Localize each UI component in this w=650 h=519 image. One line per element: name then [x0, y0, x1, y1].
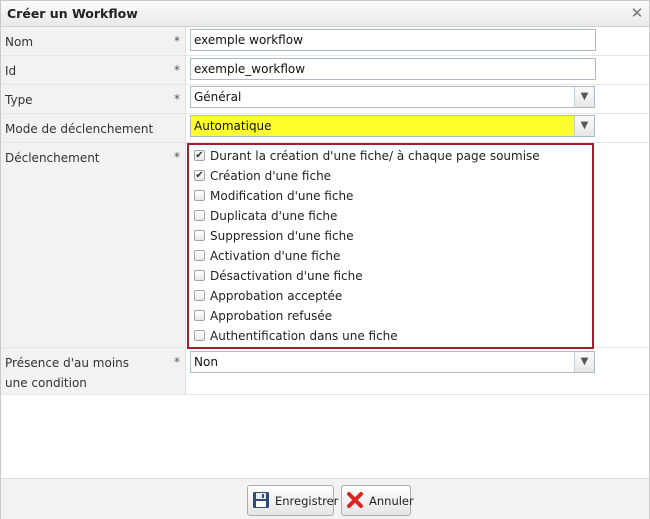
nom-input[interactable] [190, 29, 596, 51]
chevron-down-icon[interactable]: ▼ [574, 352, 594, 372]
checkbox-checked[interactable]: ✔ [194, 170, 205, 181]
required-marker: * [174, 150, 180, 164]
trigger-option[interactable]: Approbation acceptée [194, 286, 589, 306]
trigger-option[interactable]: Authentification dans une fiche [194, 326, 589, 346]
required-marker: * [174, 355, 180, 369]
presence-label: Présence d'au moins une condition [5, 356, 130, 390]
checkbox[interactable] [194, 250, 205, 261]
trigger-option-label: Approbation acceptée [210, 289, 343, 303]
required-marker: * [174, 92, 180, 106]
floppy-disk-icon [253, 492, 269, 508]
checkbox[interactable] [194, 230, 205, 241]
trigger-option[interactable]: ✔ Création d'une fiche [194, 166, 589, 186]
id-label: Id [5, 64, 17, 78]
field-row-id: Id * [1, 56, 649, 85]
field-row-mode: Mode de déclenchement Automatique ▼ [1, 114, 649, 143]
mode-label: Mode de déclenchement [5, 122, 154, 136]
field-row-nom: Nom * [1, 27, 649, 56]
cancel-button-label: Annuler [369, 494, 414, 508]
red-x-icon [347, 492, 363, 508]
trigger-option[interactable]: Duplicata d'une fiche [194, 206, 589, 226]
create-workflow-dialog: Créer un Workflow ✕ Nom * Id * Type * Gé… [0, 0, 650, 519]
trigger-checkbox-group: ✔ Durant la création d'une fiche/ à chaqu… [187, 143, 594, 349]
trigger-option-label: Modification d'une fiche [210, 189, 354, 203]
checkbox[interactable] [194, 290, 205, 301]
checkbox[interactable] [194, 210, 205, 221]
checkbox-checked[interactable]: ✔ [194, 150, 205, 161]
trigger-option[interactable]: Suppression d'une fiche [194, 226, 589, 246]
trigger-option[interactable]: ✔ Durant la création d'une fiche/ à chaqu… [194, 146, 589, 166]
required-marker: * [174, 63, 180, 77]
nom-label: Nom [5, 35, 34, 49]
trigger-option-label: Authentification dans une fiche [210, 329, 398, 343]
declenchement-label: Déclenchement [5, 151, 100, 165]
dialog-footer: Enregistrer Annuler [1, 478, 649, 519]
trigger-option-label: Activation d'une fiche [210, 249, 341, 263]
required-marker: * [174, 34, 180, 48]
trigger-option-label: Suppression d'une fiche [210, 229, 354, 243]
save-button-label: Enregistrer [275, 494, 339, 508]
trigger-option[interactable]: Désactivation d'une fiche [194, 266, 589, 286]
checkbox[interactable] [194, 190, 205, 201]
trigger-option-label: Durant la création d'une fiche/ à chaque… [210, 149, 540, 163]
trigger-option[interactable]: Activation d'une fiche [194, 246, 589, 266]
cancel-button[interactable]: Annuler [341, 485, 414, 516]
id-input[interactable] [190, 58, 596, 80]
mode-select-value: Automatique [194, 119, 272, 133]
chevron-down-icon[interactable]: ▼ [574, 87, 594, 107]
trigger-option[interactable]: Modification d'une fiche [194, 186, 589, 206]
field-row-presence: Présence d'au moins une condition * Non … [1, 348, 649, 395]
presence-select[interactable]: Non ▼ [190, 351, 595, 373]
chevron-down-icon[interactable]: ▼ [574, 116, 594, 136]
trigger-option[interactable]: Approbation refusée [194, 306, 589, 326]
field-row-type: Type * Général ▼ [1, 85, 649, 114]
checkbox[interactable] [194, 270, 205, 281]
close-icon[interactable]: ✕ [630, 4, 644, 22]
trigger-option-label: Désactivation d'une fiche [210, 269, 363, 283]
trigger-option-label: Approbation refusée [210, 309, 333, 323]
type-select-value: Général [194, 90, 242, 104]
trigger-option-label: Création d'une fiche [210, 169, 332, 183]
presence-select-value: Non [194, 355, 218, 369]
dialog-titlebar: Créer un Workflow ✕ [1, 1, 649, 27]
save-button[interactable]: Enregistrer [247, 485, 338, 516]
type-label: Type [5, 93, 33, 107]
type-select[interactable]: Général ▼ [190, 86, 595, 108]
mode-select[interactable]: Automatique ▼ [190, 115, 595, 137]
dialog-title: Créer un Workflow [7, 6, 138, 21]
checkbox[interactable] [194, 310, 205, 321]
trigger-option-label: Duplicata d'une fiche [210, 209, 338, 223]
checkbox[interactable] [194, 330, 205, 341]
